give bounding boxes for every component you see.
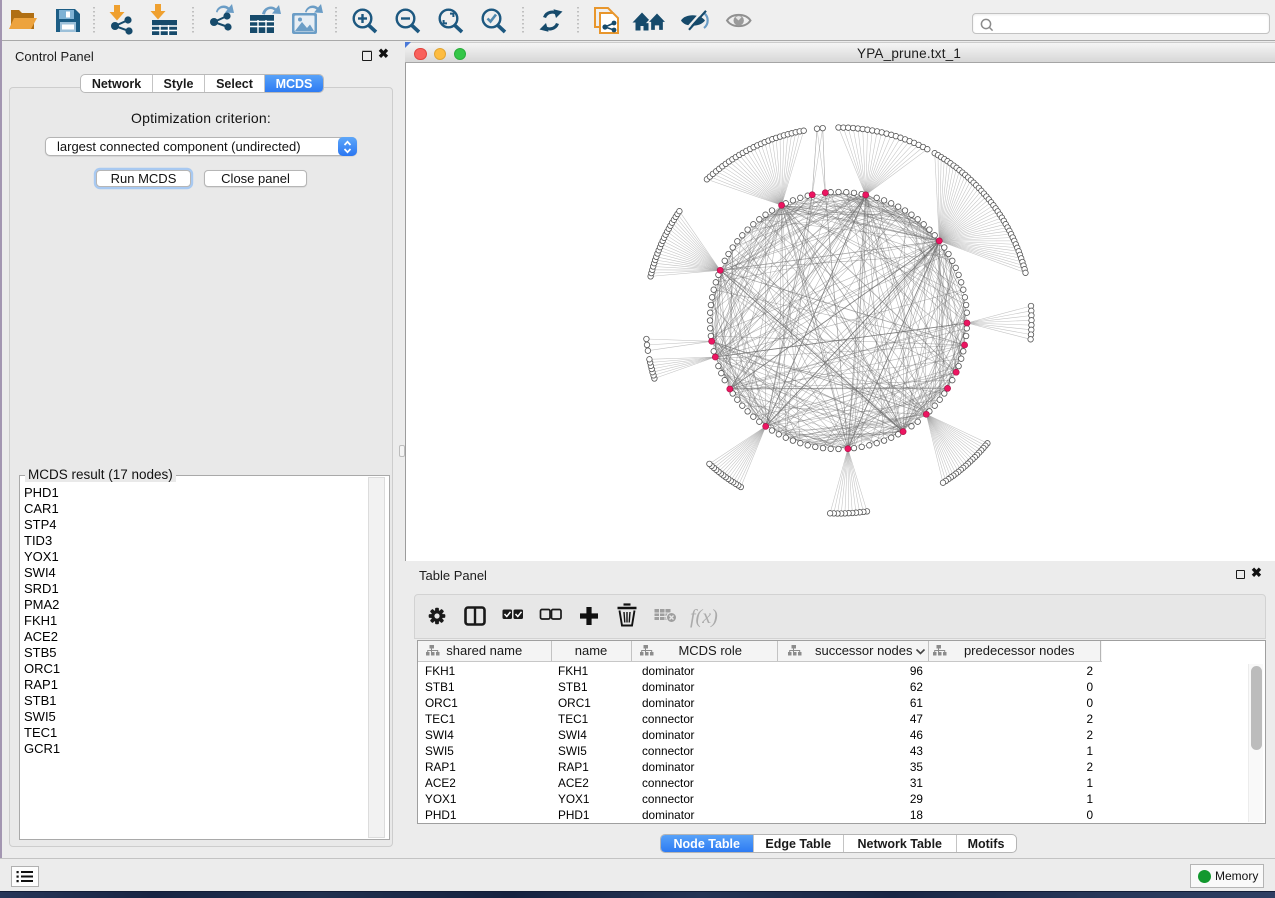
svg-text:f(x): f(x)	[690, 606, 718, 628]
